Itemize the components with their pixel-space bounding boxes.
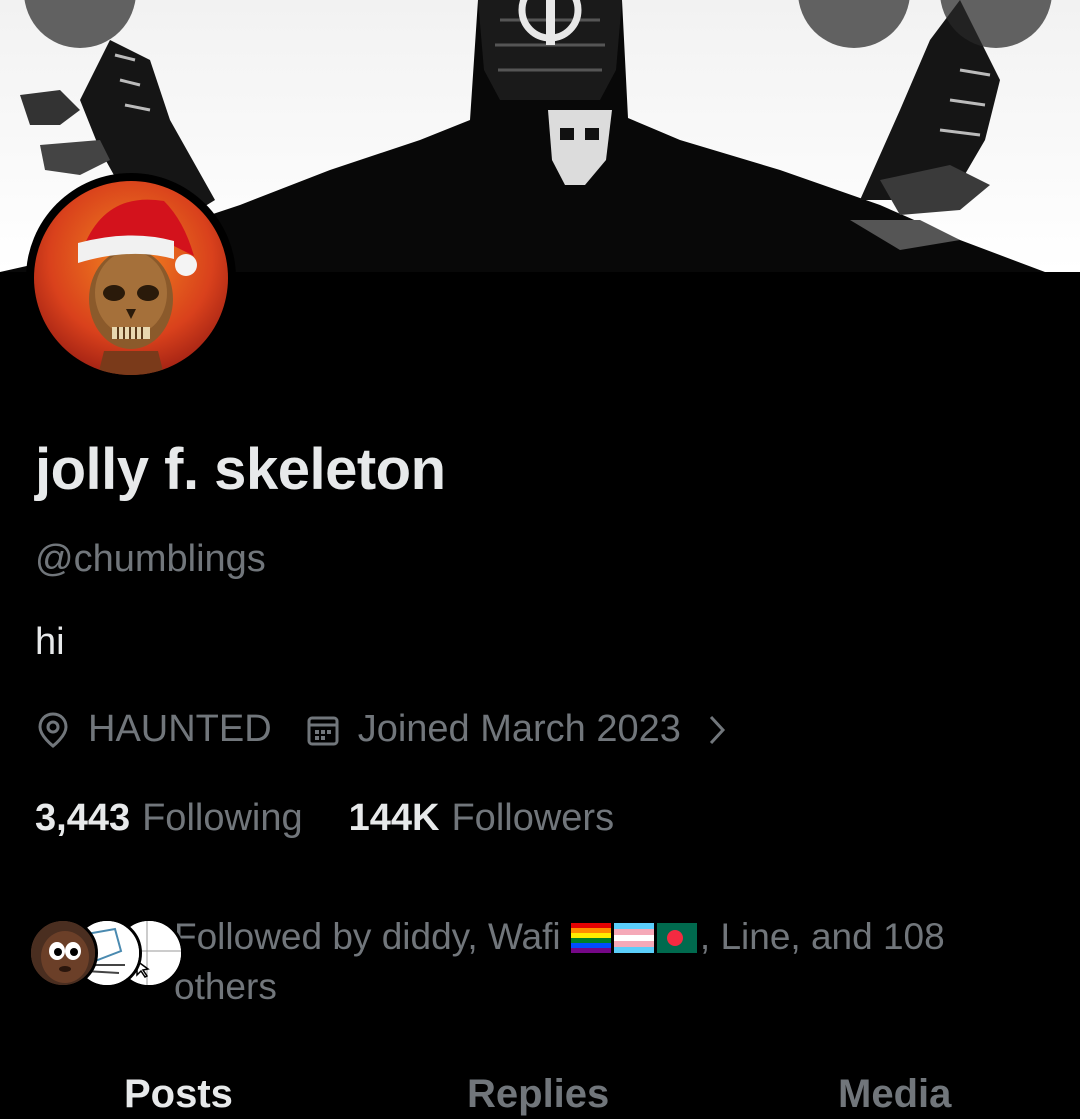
rainbow-flag-icon — [570, 923, 611, 953]
following-count: 3,443 — [35, 797, 131, 839]
followed-by-text: Followed by diddy, Wafi , Line, and 108 … — [174, 912, 974, 1012]
profile-tabs: Posts Replies Media — [0, 1072, 1080, 1119]
followers-count: 144K — [348, 797, 440, 839]
joined-date-text: Joined March 2023 — [357, 708, 681, 750]
tab-posts[interactable]: Posts — [124, 1072, 233, 1117]
chevron-right-icon[interactable] — [707, 713, 727, 747]
following-label: Following — [142, 797, 303, 839]
tab-media[interactable]: Media — [838, 1072, 951, 1117]
location-text: HAUNTED — [88, 708, 272, 750]
tab-replies[interactable]: Replies — [467, 1072, 609, 1117]
calendar-icon — [306, 712, 340, 748]
profile-avatar[interactable] — [26, 173, 236, 383]
followers-label: Followers — [451, 797, 615, 839]
user-handle: @chumblings — [35, 538, 266, 580]
following-link[interactable]: 3,443 Following — [35, 797, 303, 840]
followed-by-section[interactable]: Followed by diddy, Wafi , Line, and 108 … — [28, 912, 1028, 1012]
followers-link[interactable]: 144K Followers — [349, 797, 614, 840]
location-pin-icon — [36, 711, 70, 749]
followed-by-prefix: Followed by diddy, Wafi — [174, 916, 561, 957]
user-bio: hi — [35, 621, 65, 663]
profile-meta-row: HAUNTED Joined March 2023 — [36, 708, 727, 751]
follow-stats: 3,443 Following 144K Followers — [35, 797, 614, 840]
follower-avatar — [28, 918, 98, 988]
bangladesh-flag-icon — [656, 923, 697, 953]
display-name: jolly f. skeleton — [35, 437, 446, 502]
transgender-flag-icon — [613, 923, 654, 953]
avatar-image — [34, 181, 228, 375]
